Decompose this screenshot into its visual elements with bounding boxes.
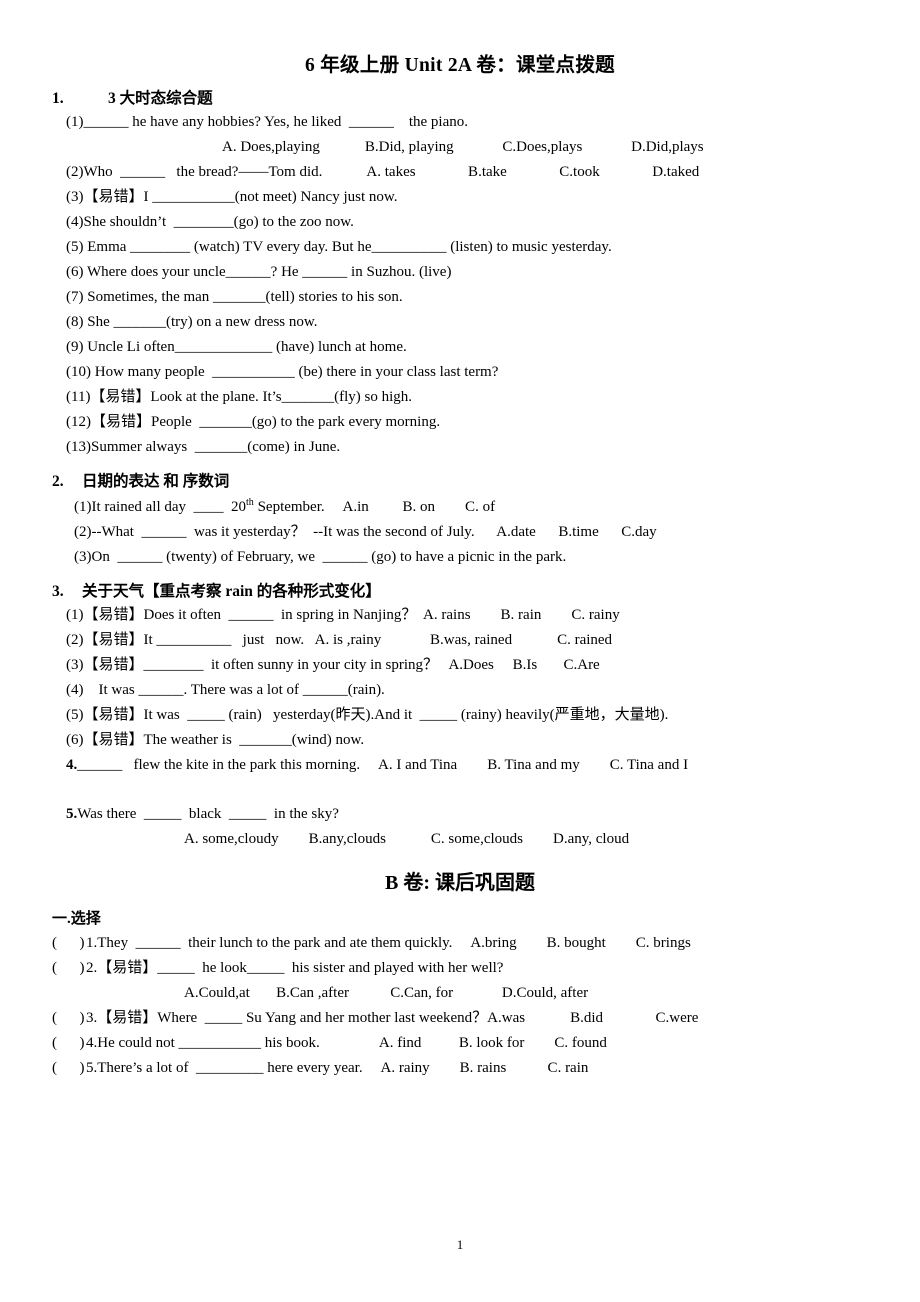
question-1-6: (6) Where does your uncle______? He ____… (66, 264, 452, 280)
page-title: 6 年级上册 Unit 2A 卷：课堂点拨题 (305, 55, 615, 76)
question-2-1-suffix: September. A.in B. on C. of (253, 499, 496, 515)
b-question-5-bracket: ( ) (52, 1060, 85, 1076)
question-1-4: (4)She shouldn’t ________(go) to the zoo… (66, 214, 354, 230)
question-1-12: (12)【易错】People _______(go) to the park e… (66, 414, 441, 430)
section-3-heading: 3. 关于天气【重点考察 rain 的各种形式变化】 (52, 579, 868, 601)
section-2-heading: 2. 日期的表达 和 序数词 (52, 469, 868, 491)
question-1-1: (1)______ he have any hobbies? Yes, he l… (66, 114, 469, 130)
b-question-2-text: 2.【易错】_____ he look_____ his sister and … (86, 960, 504, 976)
section-3-number: 3. (52, 583, 64, 600)
b-question-3-bracket: ( ) (52, 1010, 85, 1026)
worksheet-page: 6 年级上册 Unit 2A 卷：课堂点拨题 1. 3 大时态综合题 (1)___… (0, 0, 920, 1302)
question-3-4: (4) It was ______. There was a lot of __… (66, 682, 385, 698)
question-3-5: (5)【易错】It was _____ (rain) yesterday(昨天)… (66, 707, 669, 723)
section-b-title: B 卷: 课后巩固题 (385, 872, 535, 894)
question-1-2-text: (2)Who ______ the bread?——Tom did. (66, 164, 323, 180)
b-question-2: ( ) 2.【易错】_____ he look_____ his sister a… (52, 956, 868, 981)
section-1-heading: 1. 3 大时态综合题 (52, 86, 868, 108)
b-question-4-bracket: ( ) (52, 1035, 85, 1051)
question-1-2-options: A. takes B.take C.took D.taked (366, 164, 700, 180)
section-5-text: Was there _____ black _____ in the sky? (77, 806, 339, 822)
b-question-3: ( ) 3.【易错】Where _____ Su Yang and her mot… (52, 1006, 868, 1031)
section-4-text: ______ flew the kite in the park this mo… (77, 757, 689, 773)
question-2-1-prefix: (1)It rained all day ____ 20 (74, 499, 247, 515)
question-1-7: (7) Sometimes, the man _______(tell) sto… (66, 289, 403, 305)
b-question-1-text: 1.They ______ their lunch to the park an… (86, 935, 691, 951)
b-question-1-bracket: ( ) (52, 935, 85, 951)
question-4: 4.______ flew the kite in the park this … (52, 753, 868, 778)
b-question-5-text: 5.There’s a lot of _________ here every … (86, 1060, 589, 1076)
b-question-2-bracket: ( ) (52, 960, 85, 976)
document-content: 6 年级上册 Unit 2A 卷：课堂点拨题 1. 3 大时态综合题 (1)___… (52, 36, 868, 1081)
b-question-2-options: A.Could,at B.Can ,after C.Can, for D.Cou… (184, 985, 589, 1001)
question-2-1-ordinal-suffix: th (246, 497, 254, 508)
question-1-2: (2)Who ______ the bread?——Tom did. A. tak… (52, 160, 868, 185)
b-question-4-text: 4.He could not ___________ his book. A. … (86, 1035, 607, 1051)
section-5-number: 5. (66, 806, 78, 822)
section-4-number: 4. (66, 757, 78, 773)
question-1-9: (9) Uncle Li often_____________ (have) l… (66, 339, 407, 355)
section-b-part1-heading: 一.选择 (52, 911, 101, 927)
question-2-3: (3)On ______ (twenty) of February, we __… (74, 549, 567, 565)
section-1-number: 1. (52, 90, 64, 107)
question-3-1: (1)【易错】Does it often ______ in spring in… (66, 607, 620, 623)
question-5: 5.Was there _____ black _____ in the sky… (52, 802, 868, 827)
question-1-11: (11)【易错】Look at the plane. It’s_______(f… (66, 389, 413, 405)
question-3-3: (3)【易错】________ it often sunny in your c… (66, 657, 600, 673)
question-1-8: (8) She _______(try) on a new dress now. (66, 314, 318, 330)
question-1-1-options: A. Does,playing B.Did, playing C.Does,pl… (222, 139, 704, 155)
question-5-options: A. some,cloudy B.any,clouds C. some,clou… (184, 831, 630, 847)
section-2-number: 2. (52, 473, 64, 490)
page-number: 1 (456, 1237, 464, 1252)
question-1-10: (10) How many people ___________ (be) th… (66, 364, 499, 380)
section-3-title: 关于天气【重点考察 rain 的各种形式变化】 (82, 583, 381, 600)
b-question-4: ( ) 4.He could not ___________ his book. … (52, 1031, 868, 1056)
question-1-5: (5) Emma ________ (watch) TV every day. … (66, 239, 612, 255)
question-1-13: (13)Summer always _______(come) in June. (66, 439, 341, 455)
b-question-3-text: 3.【易错】Where _____ Su Yang and her mother… (86, 1010, 699, 1026)
section-2-title: 日期的表达 和 序数词 (82, 473, 230, 490)
question-1-3: (3)【易错】I ___________(not meet) Nancy jus… (66, 189, 398, 205)
section-1-title: 3 大时态综合题 (108, 90, 213, 107)
question-3-6: (6)【易错】The weather is _______(wind) now. (66, 732, 365, 748)
question-2-2: (2)--What ______ was it yesterday？ --It … (74, 524, 657, 540)
b-question-5: ( ) 5.There’s a lot of _________ here eve… (52, 1056, 868, 1081)
question-3-2: (2)【易错】It __________ just now. A. is ,ra… (66, 632, 613, 648)
b-question-1: ( ) 1.They ______ their lunch to the park… (52, 931, 868, 956)
question-2-1: (1)It rained all day ____ 20th September… (52, 493, 868, 520)
